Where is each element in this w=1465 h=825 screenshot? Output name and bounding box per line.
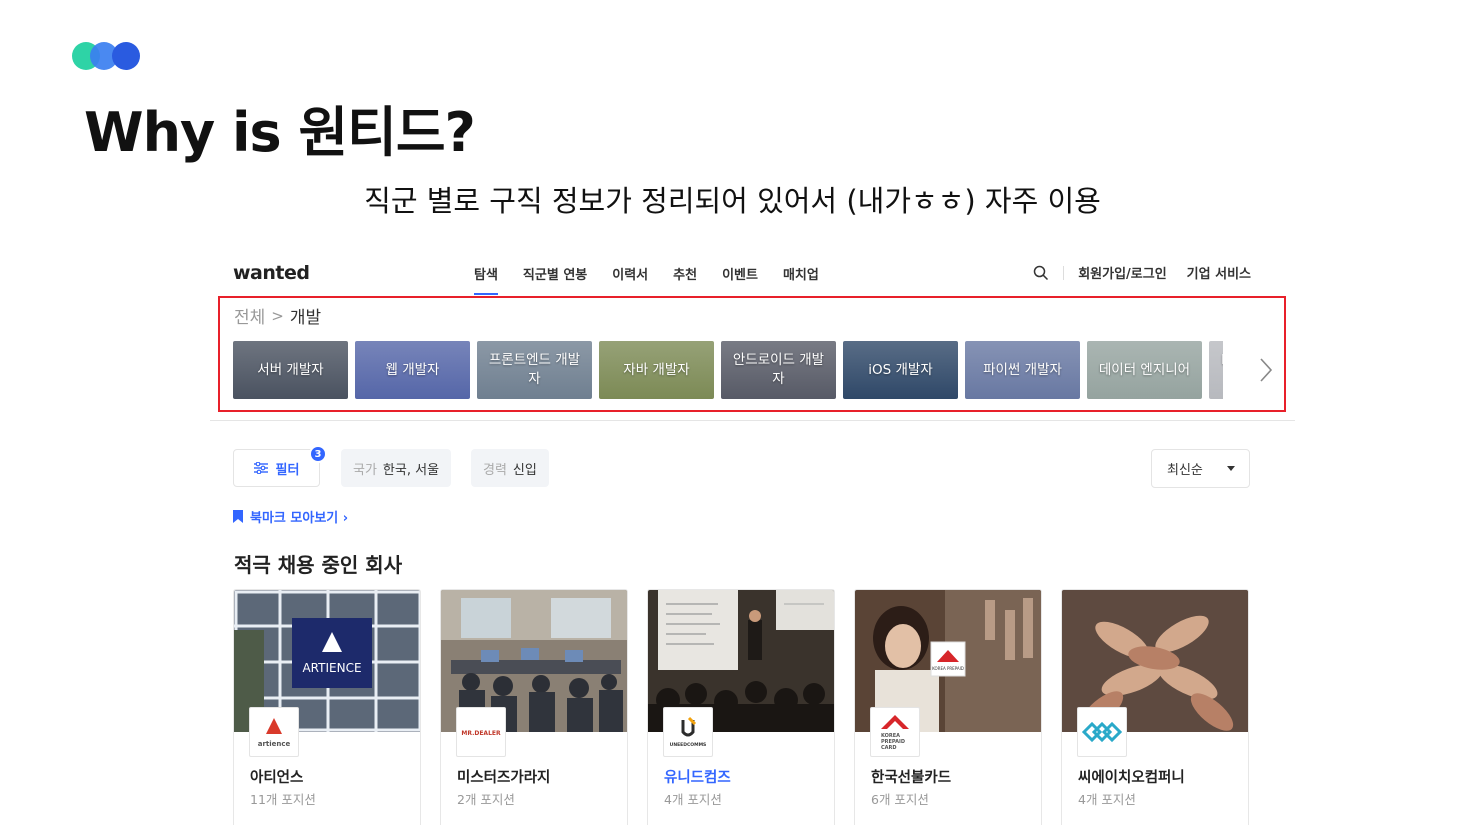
section-divider	[210, 420, 1295, 421]
category-card[interactable]: iOS 개발자	[843, 341, 958, 399]
svg-text:CARD: CARD	[881, 745, 897, 751]
career-chip-value: 신입	[512, 462, 537, 478]
category-card[interactable]: 자바 개발자	[599, 341, 714, 399]
company-cards: ARTIENCE artience 아티언스 11개 포지션 MR.DEALER…	[233, 589, 1249, 825]
svg-text:MR.DEALER: MR.DEALER	[461, 730, 501, 737]
signup-login-link[interactable]: 회원가입/로그인	[1078, 263, 1166, 282]
search-icon[interactable]	[1033, 265, 1049, 281]
company-name[interactable]: 미스터즈가라지	[457, 766, 550, 787]
company-name[interactable]: 씨에이치오컴퍼니	[1078, 766, 1185, 787]
career-chip-key: 경력	[483, 462, 507, 478]
breadcrumb-current[interactable]: 개발	[290, 303, 321, 328]
filter-label: 필터	[275, 462, 300, 478]
country-chip-key: 국가	[353, 462, 377, 478]
svg-text:UNEEDCOMMS: UNEEDCOMMS	[670, 742, 707, 748]
sliders-icon	[253, 462, 268, 474]
brand-dots-logo	[72, 42, 144, 72]
category-card[interactable]: 안드로이드 개발자	[721, 341, 836, 399]
filter-count-badge: 3	[309, 445, 327, 463]
chevron-right-icon[interactable]	[1256, 355, 1276, 385]
category-card[interactable]: 웹 개발자	[355, 341, 470, 399]
company-card[interactable]: MR.DEALER 미스터즈가라지 2개 포지션	[440, 589, 628, 825]
company-logo: artience	[249, 707, 299, 757]
category-card[interactable]: 데이터 엔지니어	[1087, 341, 1202, 399]
country-chip-value: 한국, 서울	[382, 462, 440, 478]
svg-text:artience: artience	[258, 740, 291, 748]
category-carousel: 서버 개발자 웹 개발자 프론트엔드 개발자 자바 개발자 안드로이드 개발자 iOS 개…	[233, 341, 1223, 399]
category-card[interactable]: 프론트엔드 개발자	[477, 341, 592, 399]
breadcrumb: 전체 > 개발	[234, 303, 321, 329]
company-positions: 4개 포지션	[1078, 792, 1136, 807]
nav-link-recommend[interactable]: 추천	[673, 264, 697, 295]
company-name[interactable]: 한국선불카드	[871, 766, 951, 787]
cho-company-logo	[1082, 721, 1122, 743]
sort-value: 최신순	[1167, 463, 1203, 478]
company-card[interactable]: 씨에이치오컴퍼니 4개 포지션	[1061, 589, 1249, 825]
caret-down-icon	[1227, 466, 1235, 471]
svg-text:ARTIENCE: ARTIENCE	[302, 661, 361, 675]
sort-select[interactable]: 최신순	[1151, 449, 1250, 488]
category-card[interactable]: DevOps / 시스템 관리자	[1209, 341, 1223, 399]
company-card[interactable]: ARTIENCE artience 아티언스 11개 포지션	[233, 589, 421, 825]
company-positions: 4개 포지션	[664, 792, 722, 807]
category-card[interactable]: 파이썬 개발자	[965, 341, 1080, 399]
slide-title: Why is 원티드?	[84, 101, 476, 164]
company-positions: 6개 포지션	[871, 792, 929, 807]
business-service-link[interactable]: 기업 서비스	[1187, 263, 1251, 282]
category-card[interactable]: 서버 개발자	[233, 341, 348, 399]
nav-link-event[interactable]: 이벤트	[722, 264, 758, 295]
company-card[interactable]: KOREA PREPAID KOREA PREPAID CARD 한국선불카드 …	[854, 589, 1042, 825]
company-card[interactable]: UNEEDCOMMS 유니드컴즈 4개 포지션	[647, 589, 835, 825]
blue-dot	[112, 42, 140, 70]
company-positions: 11개 포지션	[250, 792, 316, 807]
nav-links: 탐색 직군별 연봉 이력서 추천 이벤트 매치업	[474, 264, 844, 295]
company-name[interactable]: 아티언스	[250, 766, 303, 787]
chevron-right-icon: >	[271, 306, 284, 325]
nav-divider	[1063, 265, 1065, 280]
nav-link-resume[interactable]: 이력서	[612, 264, 648, 295]
svg-text:KOREA PREPAID: KOREA PREPAID	[932, 666, 964, 671]
slide: Why is 원티드? 직군 별로 구직 정보가 정리되어 있어서 (내가ㅎㅎ)…	[0, 0, 1465, 825]
slide-subtitle: 직군 별로 구직 정보가 정리되어 있어서 (내가ㅎㅎ) 자주 이용	[364, 184, 1101, 218]
company-name[interactable]: 유니드컴즈	[664, 766, 731, 787]
company-logo: KOREA PREPAID CARD	[870, 707, 920, 757]
career-filter-chip[interactable]: 경력 신입	[471, 449, 549, 487]
company-logo: MR.DEALER	[456, 707, 506, 757]
company-logo: UNEEDCOMMS	[663, 707, 713, 757]
filter-button[interactable]: 필터	[233, 449, 320, 487]
nav-link-matchup[interactable]: 매치업	[783, 264, 819, 295]
section-title: 적극 채용 중인 회사	[234, 553, 403, 577]
country-filter-chip[interactable]: 국가 한국, 서울	[341, 449, 452, 487]
wanted-screenshot: wanted 탐색 직군별 연봉 이력서 추천 이벤트 매치업 회원가입/로그인…	[210, 250, 1295, 825]
top-navbar: wanted 탐색 직군별 연봉 이력서 추천 이벤트 매치업 회원가입/로그인…	[210, 250, 1295, 296]
nav-link-salary[interactable]: 직군별 연봉	[523, 264, 587, 295]
nav-link-explore[interactable]: 탐색	[474, 264, 498, 295]
company-logo	[1077, 707, 1127, 757]
company-positions: 2개 포지션	[457, 792, 515, 807]
breadcrumb-root[interactable]: 전체	[234, 303, 265, 328]
bookmark-link-label: 북마크 모아보기 ›	[250, 511, 349, 526]
bookmark-icon	[233, 510, 243, 523]
nav-right: 회원가입/로그인 기업 서비스	[1033, 263, 1251, 282]
wanted-logo[interactable]: wanted	[233, 262, 310, 284]
bookmark-collection-link[interactable]: 북마크 모아보기 ›	[233, 507, 348, 526]
